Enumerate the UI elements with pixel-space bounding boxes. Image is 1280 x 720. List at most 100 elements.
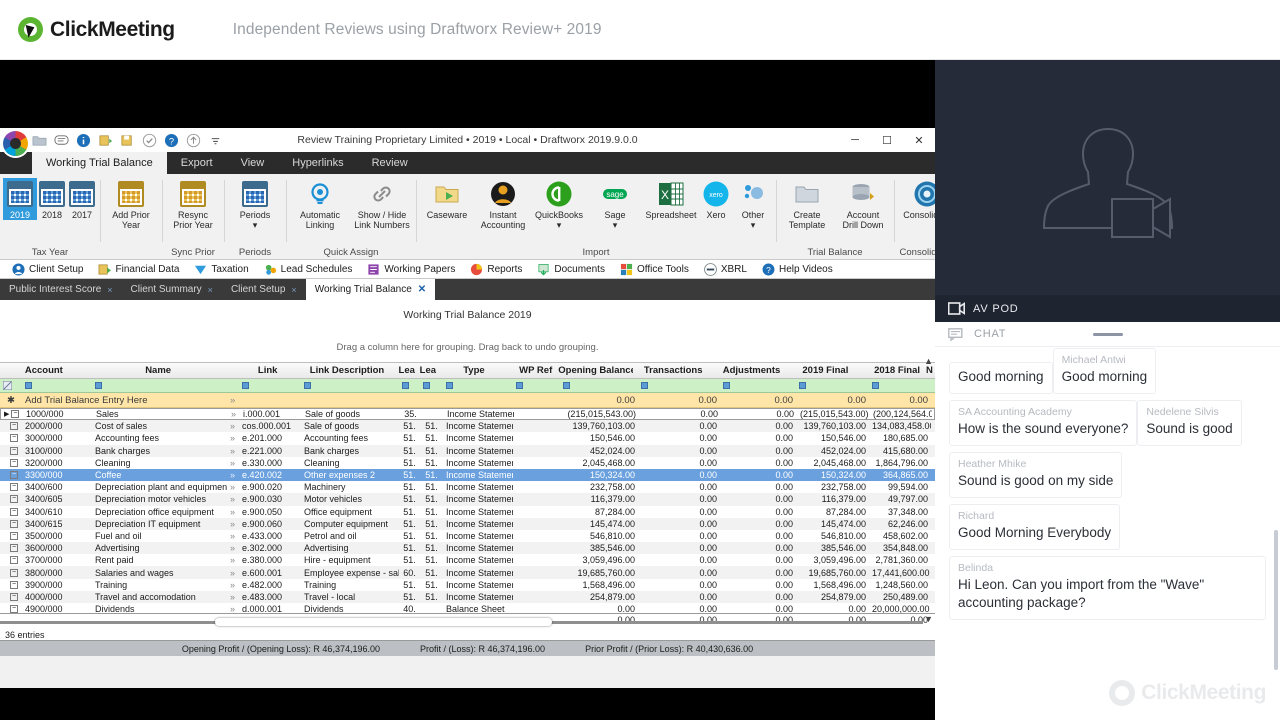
row-expander[interactable]: − <box>0 422 22 431</box>
cell-expand-chevron[interactable]: » <box>227 519 239 529</box>
ribbon-item-quickbooks[interactable]: QuickBooks ▾ <box>531 178 587 230</box>
close-icon[interactable]: × <box>291 285 296 295</box>
close-icon[interactable]: ✕ <box>418 284 426 295</box>
help-icon[interactable]: ? <box>164 133 179 148</box>
ribbon-item-periods[interactable]: Periods ▾ <box>227 178 283 230</box>
chat-message-list[interactable]: Good morning Michael Antwi Good morning SA … <box>935 348 1280 720</box>
column-header-n[interactable]: N <box>923 365 935 376</box>
filter-box-account[interactable] <box>25 382 32 389</box>
nav-item-taxation[interactable]: Taxation <box>188 263 254 276</box>
ribbon-item-create-template[interactable]: Create Template <box>779 178 835 230</box>
table-row[interactable]: −3500/000 Fuel and oil » e.433.000 Petrol an… <box>0 530 935 542</box>
column-header-opening-balance[interactable]: Opening Balance <box>555 365 632 376</box>
table-row[interactable]: ▶ −1000/000 Sales » i.000.001 Sale of goods 35… <box>0 408 935 421</box>
table-row[interactable]: −3700/000 Rent paid » e.380.000 Hire - equip… <box>0 554 935 566</box>
folder-icon[interactable] <box>32 133 47 148</box>
ribbon-item-show-hide-link-numbers[interactable]: Show / Hide Link Numbers <box>351 178 413 230</box>
ribbon-item-spreadsheet[interactable]: X Spreadsheet <box>643 178 699 220</box>
cell-expand-chevron[interactable]: » <box>227 470 239 480</box>
cell-expand-chevron[interactable]: » <box>227 592 239 602</box>
column-header-lea-2[interactable]: Lea <box>416 365 439 376</box>
check-circle-icon[interactable] <box>142 133 157 148</box>
cell-expand-chevron[interactable]: » <box>228 409 240 419</box>
table-row[interactable]: −3300/000 Coffee » e.420.002 Other expenses … <box>0 468 935 482</box>
cell-expand-chevron[interactable]: » <box>227 433 239 443</box>
column-header-adjustments[interactable]: Adjustments <box>714 365 789 376</box>
ribbon-tabs[interactable]: Working Trial Balance Export View Hyperl… <box>0 152 935 174</box>
close-button[interactable]: ✕ <box>903 128 935 152</box>
table-row[interactable]: −3900/000 Training » e.482.000 Training 51. 51… <box>0 579 935 591</box>
scroll-down-arrow-icon[interactable]: ▼ <box>924 614 933 624</box>
row-expander[interactable]: − <box>0 605 22 614</box>
info-icon[interactable] <box>76 133 91 148</box>
cell-expand-chevron[interactable]: » <box>227 568 239 578</box>
filter-box-link[interactable] <box>242 382 249 389</box>
ribbon-item-other-import[interactable]: Other ▾ <box>733 178 773 230</box>
save-download-icon[interactable] <box>98 133 113 148</box>
row-expander[interactable]: − <box>0 568 22 577</box>
ribbon-item-add-prior-year[interactable]: Add Prior Year <box>103 178 159 230</box>
cell-expand-chevron[interactable]: » <box>227 543 239 553</box>
ribbon-item-resync-prior-year[interactable]: Resync Prior Year <box>165 178 221 230</box>
filter-box-link-description[interactable] <box>304 382 311 389</box>
column-header-lea-1[interactable]: Lea <box>396 365 417 376</box>
column-header-type[interactable]: Type <box>439 365 508 376</box>
up-arrow-icon[interactable] <box>186 133 201 148</box>
ribbon-tab-review[interactable]: Review <box>358 152 422 174</box>
table-row[interactable]: −3400/610 Depreciation office equipment » e… <box>0 506 935 518</box>
more-icon[interactable] <box>208 133 223 148</box>
nav-item-documents[interactable]: Documents <box>531 263 611 276</box>
row-expander[interactable]: − <box>0 471 22 480</box>
filter-box-2018-final[interactable] <box>872 382 879 389</box>
nav-item-financial-data[interactable]: Financial Data <box>92 263 185 276</box>
row-expander[interactable]: − <box>0 519 22 528</box>
doc-tab-working-trial-balance[interactable]: Working Trial Balance ✕ <box>305 279 436 300</box>
nav-item-reports[interactable]: Reports <box>464 263 528 276</box>
filter-box-lea-1[interactable] <box>402 382 409 389</box>
ribbon-item-year-2019[interactable]: 2019 <box>3 178 37 220</box>
row-expander[interactable]: − <box>0 458 22 467</box>
table-row[interactable]: −2000/000 Cost of sales » cos.000.001 Sale o… <box>0 420 935 433</box>
table-row[interactable]: −3800/000 Salaries and wages » e.600.001 Emp… <box>0 566 935 579</box>
nav-item-office-tools[interactable]: Office Tools <box>614 263 695 276</box>
close-icon[interactable]: × <box>107 285 112 295</box>
column-header-name[interactable]: Name <box>91 365 225 376</box>
filter-box-name[interactable] <box>95 382 102 389</box>
filter-box-lea-2[interactable] <box>423 382 430 389</box>
row-expander[interactable]: ▶ − <box>1 410 23 419</box>
doc-tab-public-interest-score[interactable]: Public Interest Score × <box>0 279 122 300</box>
close-icon[interactable]: × <box>208 285 213 295</box>
table-row[interactable]: −3100/000 Bank charges » e.221.000 Bank char… <box>0 444 935 457</box>
ribbon-item-instant-accounting[interactable]: Instant Accounting <box>475 178 531 230</box>
window-controls[interactable]: ─ ☐ ✕ <box>839 128 935 152</box>
new-entry-label[interactable]: Add Trial Balance Entry Here <box>22 395 227 406</box>
scroll-up-arrow-icon[interactable]: ▲ <box>924 356 933 366</box>
cell-expand-chevron[interactable]: » <box>227 531 239 541</box>
draftworx-app-orb-button[interactable] <box>3 131 28 156</box>
cell-expand-chevron[interactable]: » <box>227 580 239 590</box>
module-nav-strip[interactable]: Client Setup Financial Data Taxation Lea… <box>0 260 935 279</box>
table-row[interactable]: −3000/000 Accounting fees » e.201.000 Accoun… <box>0 432 935 444</box>
scrollbar-thumb[interactable] <box>215 618 552 626</box>
ribbon-tab-working-trial-balance[interactable]: Working Trial Balance <box>32 152 167 174</box>
save-icon[interactable] <box>120 133 135 148</box>
ribbon-item-year-2017[interactable]: 2017 <box>67 178 97 220</box>
row-expander[interactable]: − <box>0 446 22 455</box>
ribbon-item-automatic-linking[interactable]: Automatic Linking <box>289 178 351 230</box>
chat-header[interactable]: CHAT <box>935 322 1280 347</box>
filter-box-adjustments[interactable] <box>723 382 730 389</box>
row-expander[interactable]: − <box>0 580 22 589</box>
quick-access-toolbar[interactable]: ? <box>0 128 223 152</box>
ribbon-item-account-drill-down[interactable]: Account Drill Down <box>835 178 891 230</box>
nav-item-working-papers[interactable]: Working Papers <box>361 263 461 276</box>
column-header-transactions[interactable]: Transactions <box>633 365 714 376</box>
doc-tab-client-setup[interactable]: Client Setup × <box>221 279 306 300</box>
filter-editor-icon[interactable] <box>3 381 12 390</box>
comment-icon[interactable] <box>54 133 69 148</box>
row-expander[interactable]: − <box>0 556 22 565</box>
ribbon-item-year-2018[interactable]: 2018 <box>37 178 67 220</box>
ribbon-item-sage[interactable]: sage Sage ▾ <box>587 178 643 230</box>
doc-tab-client-summary[interactable]: Client Summary × <box>121 279 222 300</box>
maximize-button[interactable]: ☐ <box>871 128 903 152</box>
table-row[interactable]: −4000/000 Travel and accomodation » e.483.0… <box>0 590 935 603</box>
